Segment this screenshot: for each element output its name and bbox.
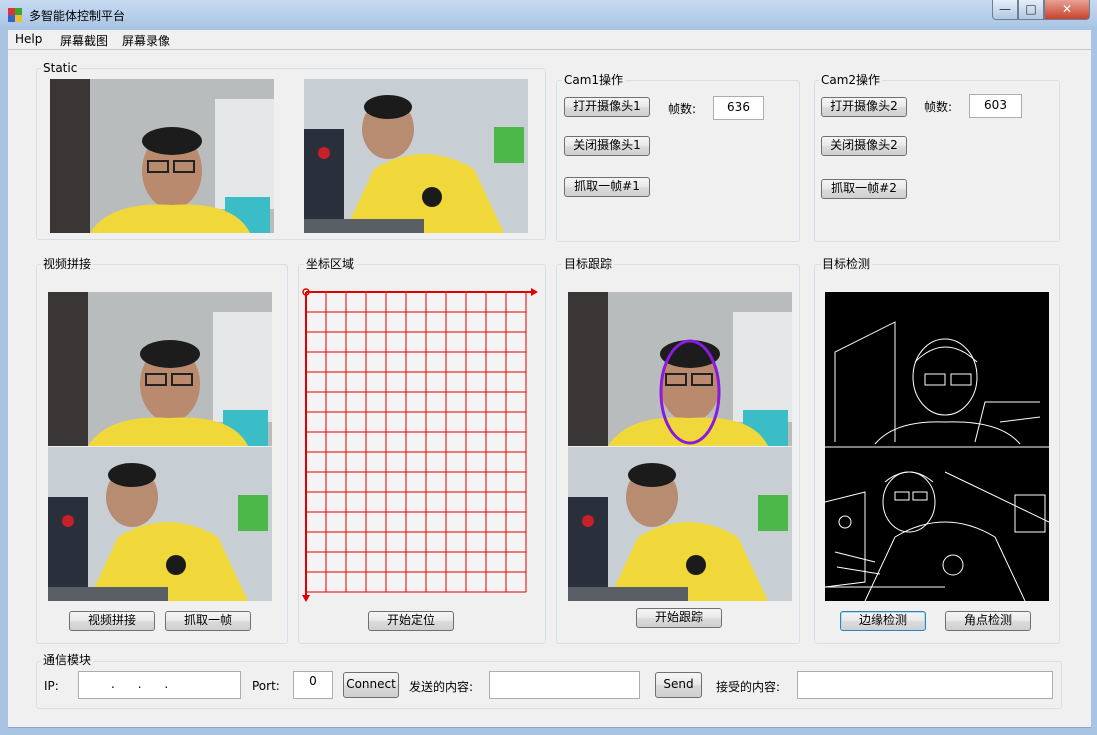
window-title: 多智能体控制平台 xyxy=(29,9,126,23)
menu-screenshot[interactable]: 屏幕截图 xyxy=(60,32,108,49)
close-camera1-button[interactable]: 关闭摄像头1 xyxy=(564,136,650,156)
send-content-label: 发送的内容: xyxy=(409,680,474,694)
send-button[interactable]: Send xyxy=(655,672,702,698)
client-area: Static Cam1操作 打开摄像头1 帧数: 636 关闭摄像头1 抓取一帧… xyxy=(8,50,1091,728)
edge-detection-view xyxy=(825,292,1049,601)
received-content-label: 接受的内容: xyxy=(716,680,781,694)
comm-group-title: 通信模块 xyxy=(41,653,94,667)
edge-detection-button[interactable]: 边缘检测 xyxy=(840,611,926,631)
app-window: 多智能体控制平台 — □ ✕ Help 屏幕截图 屏幕录像 Static Cam… xyxy=(0,0,1097,735)
connect-button[interactable]: Connect xyxy=(343,672,399,698)
cam1-frames-label: 帧数: xyxy=(668,102,697,116)
open-camera1-button[interactable]: 打开摄像头1 xyxy=(564,97,650,117)
start-tracking-button[interactable]: 开始跟踪 xyxy=(636,608,722,628)
title-bar[interactable]: 多智能体控制平台 — □ ✕ xyxy=(0,0,1097,30)
stitch-video-button[interactable]: 视频拼接 xyxy=(69,611,155,631)
received-content-field[interactable] xyxy=(797,671,1053,699)
coordinate-grid[interactable] xyxy=(300,286,540,606)
static-group-title: Static xyxy=(41,61,80,75)
cam1-frames-field[interactable]: 636 xyxy=(713,96,764,120)
cam1-group-title: Cam1操作 xyxy=(562,73,626,87)
grab-frame-button[interactable]: 抓取一帧 xyxy=(165,611,251,631)
menu-bar: Help 屏幕截图 屏幕录像 xyxy=(8,30,1091,50)
grab-frame1-button[interactable]: 抓取一帧#1 xyxy=(564,177,650,197)
tracking-group-title: 目标跟踪 xyxy=(562,257,615,271)
tracking-video-view xyxy=(568,292,792,601)
app-icon xyxy=(8,8,22,22)
static-image-cam1 xyxy=(50,79,274,233)
grab-frame2-button[interactable]: 抓取一帧#2 xyxy=(821,179,907,199)
send-content-input[interactable] xyxy=(489,671,640,699)
minimize-button[interactable]: — xyxy=(992,0,1018,20)
menu-help[interactable]: Help xyxy=(15,32,42,46)
stitch-group-title: 视频拼接 xyxy=(41,257,94,271)
detection-group-title: 目标检测 xyxy=(820,257,873,271)
cam2-group-title: Cam2操作 xyxy=(819,73,883,87)
maximize-button[interactable]: □ xyxy=(1018,0,1044,20)
y-axis-arrow xyxy=(302,595,310,602)
close-camera2-button[interactable]: 关闭摄像头2 xyxy=(821,136,907,156)
close-button[interactable]: ✕ xyxy=(1044,0,1090,20)
port-field[interactable]: 0 xyxy=(293,671,333,699)
static-image-cam2 xyxy=(304,79,528,233)
open-camera2-button[interactable]: 打开摄像头2 xyxy=(821,97,907,117)
corner-detection-button[interactable]: 角点检测 xyxy=(945,611,1031,631)
cam2-frames-field[interactable]: 603 xyxy=(969,94,1022,118)
coord-group-title: 坐标区域 xyxy=(304,257,357,271)
stitched-video-view xyxy=(48,292,272,601)
cam2-frames-label: 帧数: xyxy=(924,100,953,114)
ip-address-field[interactable]: . . . xyxy=(78,671,241,699)
ip-label: IP: xyxy=(44,679,59,693)
port-label: Port: xyxy=(252,679,280,693)
start-locate-button[interactable]: 开始定位 xyxy=(368,611,454,631)
menu-screen-record[interactable]: 屏幕录像 xyxy=(122,32,170,49)
x-axis-arrow xyxy=(531,288,538,296)
